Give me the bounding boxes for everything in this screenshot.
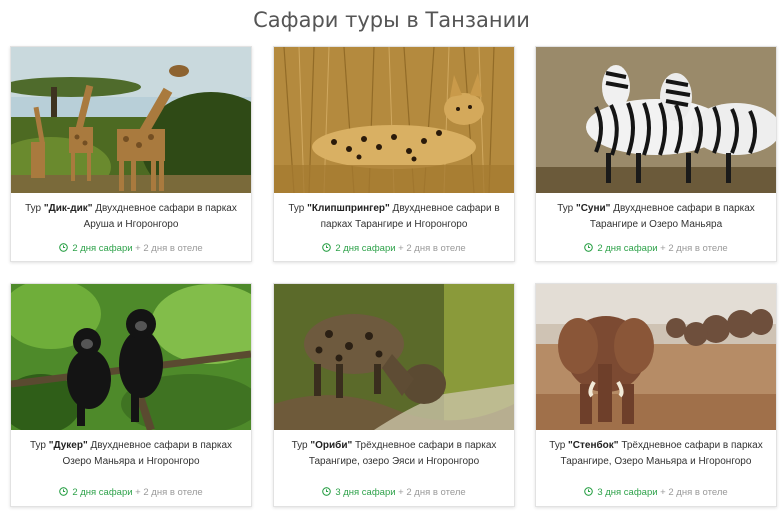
clock-icon (584, 243, 594, 252)
page-title: Сафари туры в Танзании (253, 8, 530, 32)
tour-name: "Клипшпрингер" (307, 203, 390, 214)
elephants-photo[interactable] (536, 284, 776, 430)
monkeys-photo[interactable] (11, 284, 251, 430)
tour-description: Тур "Дик-дик" Двухдневное сафари в парка… (25, 203, 237, 230)
tour-name: "Суни" (575, 203, 611, 214)
clock-icon (59, 487, 69, 496)
clock-icon (59, 243, 69, 252)
tour-duration: 2 дня сафари + 2 дня в отеле (11, 243, 251, 254)
tour-duration: 2 дня сафари + 2 дня в отеле (274, 243, 514, 254)
tour-card-klipspringer[interactable]: Тур "Клипшпрингер" Двухдневное сафари в … (273, 46, 515, 262)
tour-duration: 2 дня сафари + 2 дня в отеле (11, 487, 251, 498)
tour-description: Тур "Суни" Двухдневное сафари в парках Т… (557, 203, 755, 230)
tour-duration: 3 дня сафари + 2 дня в отеле (536, 487, 776, 498)
safari-days: 3 дня сафари (335, 487, 396, 498)
safari-days: 3 дня сафари (597, 487, 658, 498)
hyena-photo[interactable] (274, 284, 514, 430)
safari-days: 2 дня сафари (597, 243, 658, 254)
safari-days: 2 дня сафари (72, 243, 133, 254)
hotel-days: + 2 дня в отеле (395, 487, 466, 498)
hotel-days: + 2 дня в отеле (132, 243, 203, 254)
tour-description: Тур "Стенбок" Трёхдневное сафари в парка… (549, 440, 763, 467)
safari-days: 2 дня сафари (72, 487, 133, 498)
tour-name: "Ориби" (310, 440, 353, 451)
tour-duration: 2 дня сафари + 2 дня в отеле (536, 243, 776, 254)
clock-icon (322, 487, 332, 496)
tour-card-steenbok[interactable]: Тур "Стенбок" Трёхдневное сафари в парка… (535, 283, 777, 507)
safari-days: 2 дня сафари (335, 243, 396, 254)
hotel-days: + 2 дня в отеле (395, 243, 466, 254)
giraffes-photo[interactable] (11, 47, 251, 193)
tour-card-suni[interactable]: Тур "Суни" Двухдневное сафари в парках Т… (535, 46, 777, 262)
tour-description: Тур "Ориби" Трёхдневное сафари в парках … (291, 440, 497, 467)
clock-icon (322, 243, 332, 252)
hotel-days: + 2 дня в отеле (657, 487, 728, 498)
tour-duration: 3 дня сафари + 2 дня в отеле (274, 487, 514, 498)
zebras-photo[interactable] (536, 47, 776, 193)
serval-photo[interactable] (274, 47, 514, 193)
tour-card-duiker[interactable]: Тур "Дукер" Двухдневное сафари в парках … (10, 283, 252, 507)
hotel-days: + 2 дня в отеле (132, 487, 203, 498)
tour-description: Тур "Клипшпрингер" Двухдневное сафари в … (288, 203, 500, 230)
tour-description: Тур "Дукер" Двухдневное сафари в парках … (29, 440, 233, 467)
hotel-days: + 2 дня в отеле (657, 243, 728, 254)
clock-icon (584, 487, 594, 496)
tour-name: "Дик-дик" (43, 203, 93, 214)
tour-name: "Стенбок" (568, 440, 619, 451)
tour-card-dik-dik[interactable]: Тур "Дик-дик" Двухдневное сафари в парка… (10, 46, 252, 262)
tour-name: "Дукер" (48, 440, 88, 451)
tour-card-oribi[interactable]: Тур "Ориби" Трёхдневное сафари в парках … (273, 283, 515, 507)
